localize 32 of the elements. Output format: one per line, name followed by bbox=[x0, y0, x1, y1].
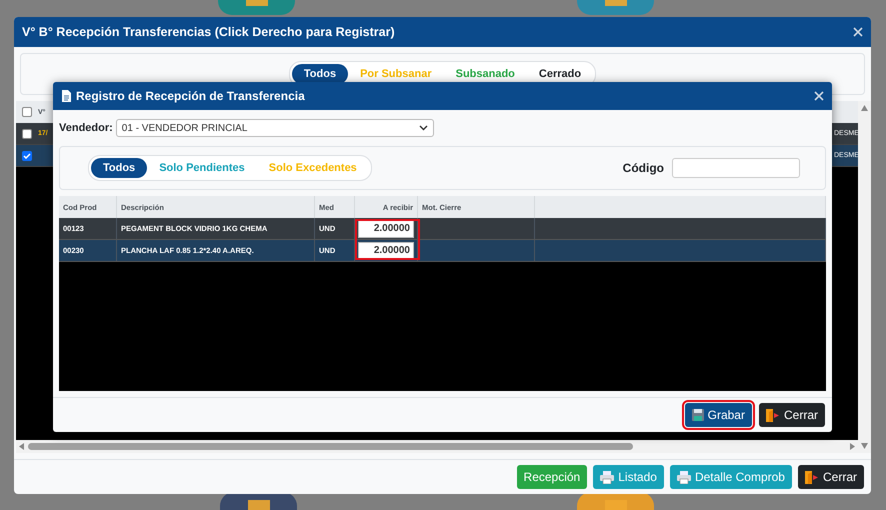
vendor-select[interactable]: 01 - VENDEDOR PRINCIAL bbox=[116, 119, 434, 137]
caret-icon bbox=[418, 125, 428, 131]
filter-tab[interactable]: Todos bbox=[292, 64, 348, 84]
row-checkbox[interactable] bbox=[22, 150, 32, 160]
scroll-down-icon bbox=[861, 443, 868, 449]
select-all-checkbox[interactable] bbox=[22, 107, 32, 117]
exit-door-icon bbox=[804, 470, 819, 484]
check-icon bbox=[23, 152, 31, 158]
filter-tab[interactable]: Todos bbox=[91, 158, 148, 178]
vertical-scrollbar[interactable] bbox=[858, 101, 871, 453]
scroll-right-icon bbox=[849, 443, 855, 450]
printer-icon bbox=[600, 470, 614, 484]
close-icon[interactable] bbox=[853, 27, 863, 37]
horizontal-scrollbar[interactable] bbox=[16, 440, 858, 453]
printer-icon bbox=[676, 470, 691, 484]
close-icon[interactable] bbox=[814, 91, 824, 101]
save-button[interactable]: Grabar bbox=[684, 403, 752, 427]
code-label: Código bbox=[622, 161, 664, 175]
scroll-left-icon bbox=[19, 443, 25, 450]
vendor-label: Vendedor: bbox=[59, 122, 113, 134]
close-button[interactable]: Cerrar bbox=[758, 403, 825, 427]
dialog-title: Registro de Recepción de Transferencia bbox=[76, 89, 306, 103]
window-title: V° B° Recepción Transferencias (Click Derecho para Registrar) bbox=[22, 25, 396, 39]
scroll-thumb[interactable] bbox=[28, 443, 633, 450]
scroll-up-icon bbox=[861, 105, 868, 111]
code-field[interactable] bbox=[672, 158, 800, 178]
quantity-field[interactable]: 2.00000 bbox=[358, 242, 414, 260]
document-icon bbox=[61, 90, 71, 102]
close-button[interactable]: Cerrar bbox=[798, 465, 864, 489]
exit-door-icon bbox=[766, 408, 780, 422]
row-checkbox[interactable] bbox=[22, 128, 32, 138]
filter-tab[interactable]: Cerrado bbox=[526, 64, 594, 84]
